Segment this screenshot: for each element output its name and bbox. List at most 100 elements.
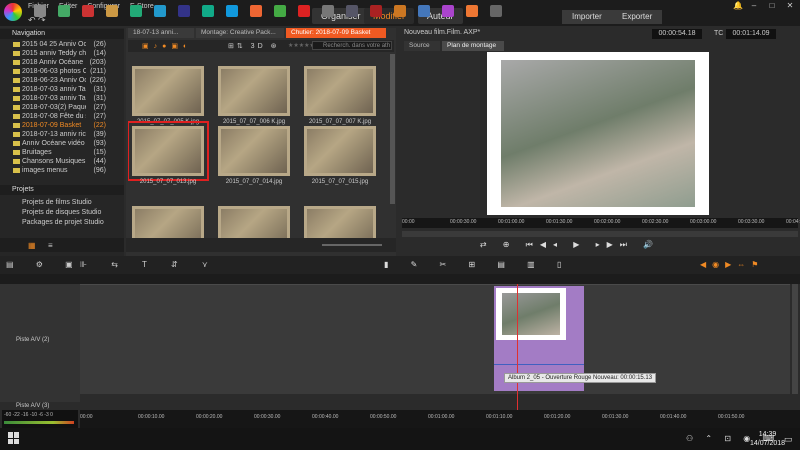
taskbar-app-icon[interactable] [274,5,286,17]
timeline-tick-label: 00:01:20.00 [544,414,571,420]
nav-folder-item[interactable]: 2018-07-03(2) Paques à... (27) [0,103,124,112]
nav-folder-item[interactable]: 2018-07-03 anniv Tahiat... (31) [0,85,124,94]
tab-chutier[interactable]: Chutier: 2018-07-09 Basket [286,28,386,38]
media-thumbnail[interactable] [218,126,290,176]
nav-folder-item[interactable]: 2018-06-23 Anniv Océ...(226) [0,76,124,85]
maximize-button[interactable]: □ [764,0,780,12]
export-button[interactable]: Exporter [612,10,663,24]
start-icon[interactable] [8,432,20,444]
nav-folder-item[interactable]: 2015 04 25 Anniv Océ 1... (26) [0,40,124,49]
media-thumbnail[interactable] [128,121,209,181]
zoom-tools-icon[interactable]: ◀◉▶⇔⚑ [700,260,764,269]
player-tick-label: 00:02:30.00 [642,219,669,225]
close-button[interactable]: ✕ [782,0,798,12]
taskbar-app-icon[interactable] [178,5,190,17]
clock-date: 14/07/2018 [750,440,786,447]
timeline-toolbar: ▤ ⚙ ▣ ⊪ ⇆ T ⇵ ⋎ ▮ ✎ ✂ ⊞ ▤ ▥ ▯ ◀◉▶⇔⚑ [0,256,800,274]
taskbar-app-icon[interactable] [106,5,118,17]
taskbar-app-icon[interactable] [130,5,142,17]
trim-tools-icon[interactable]: ▮ ✎ ✂ ⊞ ▤ ▥ ▯ [384,260,571,269]
taskbar-app-icon[interactable] [370,5,382,17]
folder-name: 2018-07-03 anniv Tahiat... [0,85,86,94]
view-options-icon[interactable]: ⊞⇅ 3D ⊛ [228,42,279,50]
clip-tooltip: Album 2_05 - Ouverture Rouge Nouveau: 00… [504,373,657,383]
list-view-icon[interactable]: ≡ [48,241,53,250]
timecode-display[interactable]: 00:00:54.18 [652,29,702,39]
tab-collection-1[interactable]: 18-07-13 anni... [128,28,194,38]
project-item[interactable]: Projets de disques Studio [22,208,104,218]
taskbar-app-icon[interactable] [58,5,70,17]
folder-name: 2018-07-03 anniv Tahiat... [0,94,86,103]
scrub-bar[interactable] [402,231,798,237]
zoom-slider[interactable] [322,244,382,246]
timeline-vscroll[interactable] [792,284,798,394]
folder-name: 2018-07-03(2) Paques à... [0,103,86,112]
taskbar-app-icon[interactable] [226,5,238,17]
notification-icon[interactable]: ▭ [784,434,793,445]
folder-count: (44) [93,158,106,165]
taskbar-app-icon[interactable] [322,5,334,17]
media-thumbnail[interactable] [218,66,290,116]
folder-count: (15) [93,149,106,156]
nav-folder-item[interactable]: 2015 anniv Teddy chinois (14) [0,49,124,58]
taskbar-app-icon[interactable] [82,5,94,17]
grid-view-icon[interactable]: ▦ [28,241,36,250]
tab-timeline[interactable]: Plan de montage [442,41,504,51]
media-filter-icon[interactable]: ▣♪●▣◐ [142,42,192,50]
folder-count: (211) [90,68,106,75]
taskbar-app-icon[interactable] [298,5,310,17]
minimize-button[interactable]: – [746,0,762,12]
folder-name: images menus [0,166,86,175]
nav-folder-item[interactable]: 2018 Anniv Océane (203) [0,58,124,67]
library-toolbar: ▣♪●▣◐ ⊞⇅ 3D ⊛ ★★★★★ Recherch. dans votre… [128,40,394,52]
timeline-ruler[interactable]: 00:00 00:00:10.00 00:00:20.00 00:00:30.00 00… [80,410,800,428]
organize-button[interactable]: Organiser [312,8,370,24]
nav-folder-item[interactable]: 2018-07-08 Fête du sport (27) [0,112,124,121]
nav-folder-item[interactable]: 2018-07-13 anniv ricardo (39) [0,130,124,139]
nav-folder-item[interactable]: 2018-06-03 photos Oc... (211) [0,67,124,76]
media-thumbnail[interactable] [132,66,204,116]
playhead[interactable] [517,284,518,418]
folder-count: (31) [93,95,106,102]
folder-name: Chansons Musiques [0,157,86,166]
import-button[interactable]: Importer [562,10,612,24]
project-item[interactable]: Projets de films Studio [22,198,104,208]
timeline-tick-label: 00:01:10.00 [486,414,513,420]
timeline-tools-icon[interactable]: ▤ ⚙ ▣ [6,260,83,269]
folder-count: (22) [93,122,106,129]
taskbar-app-icon[interactable] [490,5,502,17]
project-item[interactable]: Packages de projet Studio [22,218,104,228]
project-title: Nouveau film.Film. AXP* [404,29,481,36]
tab-montage[interactable]: Montage: Creative Pack... [196,28,284,38]
taskbar-app-icon[interactable] [466,5,478,17]
taskbar-app-icon[interactable] [346,5,358,17]
taskbar-app-icon[interactable] [154,5,166,17]
library-scrollbar[interactable] [390,54,395,204]
media-thumbnail[interactable] [304,126,376,176]
clock[interactable]: 14:39 14/07/2018 [750,430,785,448]
taskbar-app-icon[interactable] [34,5,46,17]
help-icon[interactable]: 🔔 [730,0,746,12]
taskbar-app-icon[interactable] [394,5,406,17]
taskbar-app-icon[interactable] [250,5,262,17]
timeline-tick-label: 00:00:30.00 [254,414,281,420]
nav-folder-item[interactable]: 2018-07-03 anniv Tahiat... (31) [0,94,124,103]
editing-tools-icon[interactable]: ⊪ ⇆ T ⇵ ⋎ [80,260,219,269]
search-input[interactable]: Recherch. dans votre ath [312,41,392,50]
taskbar-app-icon[interactable] [202,5,214,17]
nav-folder-item[interactable]: Chansons Musiques (44) [0,157,124,166]
taskbar-app-icon[interactable] [442,5,454,17]
transport-controls[interactable]: ⇄ ⊕ ⏮◀◂ ▶ ▸▶⏭ 🔊 [470,240,670,250]
rating-filter-icon[interactable]: ★★★★★ [288,42,315,49]
nav-folder-item[interactable]: 2018-07-09 Basket (22) [0,121,124,130]
tab-source[interactable]: Source [404,41,440,51]
media-thumbnail[interactable] [304,66,376,116]
nav-folder-item[interactable]: Bruitages (15) [0,148,124,157]
nav-folder-item[interactable]: Anniv Océane vidéo mer... (93) [0,139,124,148]
track-av-2[interactable] [80,284,790,394]
volume-line[interactable] [494,364,584,365]
taskbar-app-icon[interactable] [418,5,430,17]
nav-folder-item[interactable]: images menus (96) [0,166,124,175]
timeline-header-strip [0,274,800,284]
player-ruler[interactable]: 00:00 00:00:30.00 00:01:00.00 00:01:30.00 00… [402,218,800,228]
